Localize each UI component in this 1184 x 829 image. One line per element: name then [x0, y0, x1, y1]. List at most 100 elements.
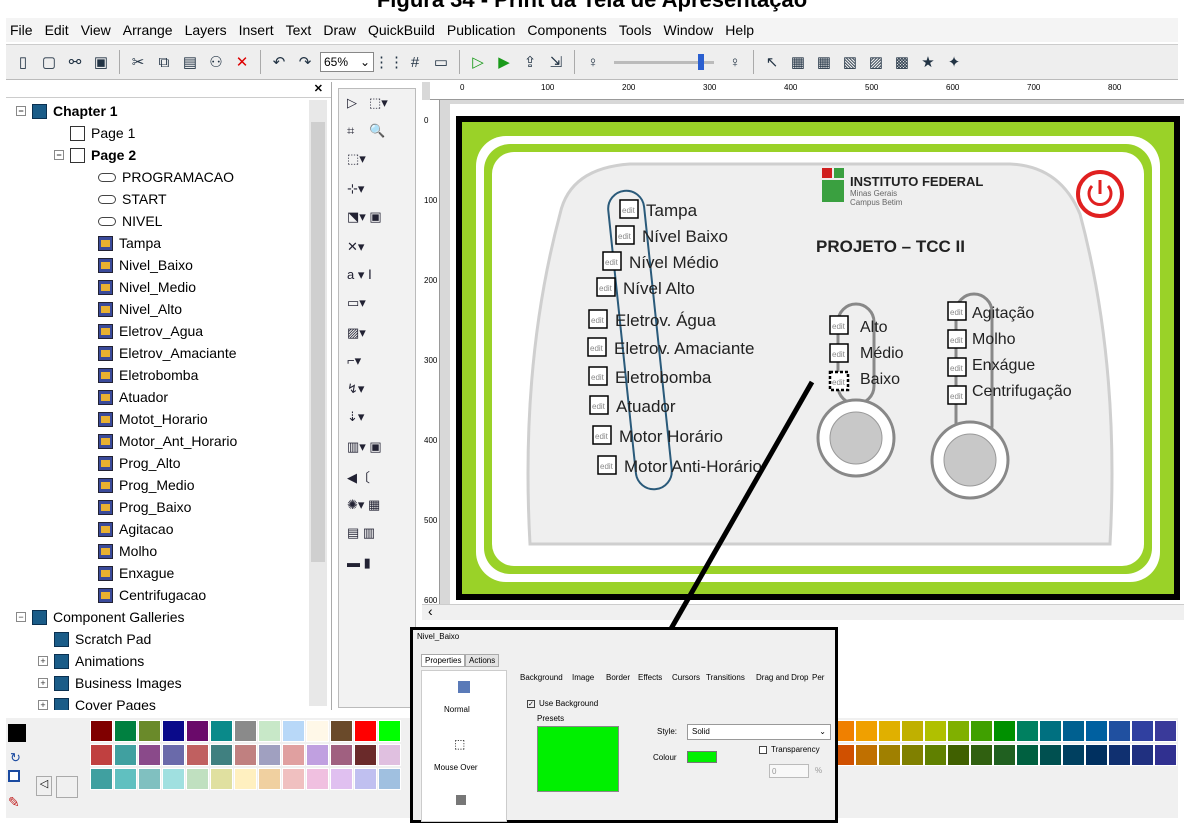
tab-drag-and-drop[interactable]: Drag and Drop — [753, 672, 811, 683]
border-icon[interactable]: ▩ — [891, 51, 913, 73]
tree-item[interactable]: Tampa — [98, 232, 161, 254]
fill-icon[interactable]: ▦ — [813, 51, 835, 73]
tree-item[interactable]: START — [98, 188, 167, 210]
color-swatch[interactable] — [924, 720, 947, 742]
color-swatch[interactable] — [234, 768, 257, 790]
effects-icon[interactable]: ✦ — [943, 51, 965, 73]
color-swatch[interactable] — [258, 744, 281, 766]
color-swatch[interactable] — [114, 744, 137, 766]
color-swatch[interactable] — [924, 744, 947, 766]
paste-icon[interactable]: ▤ — [179, 51, 201, 73]
tree-page-2[interactable]: − Page 2 — [54, 144, 136, 166]
color-swatch[interactable] — [138, 768, 161, 790]
tree-component-galleries[interactable]: − Component Galleries — [16, 606, 185, 628]
tree-item[interactable]: Motor_Ant_Horario — [98, 430, 237, 452]
crop-tool-icon[interactable]: ⌗ — [347, 123, 354, 139]
frame-tool-icon[interactable]: ⬚▾ — [347, 151, 366, 167]
tree-chapter-1[interactable]: − Chapter 1 — [16, 100, 118, 122]
color-swatch[interactable] — [330, 768, 353, 790]
color-swatch[interactable] — [234, 720, 257, 742]
transform-tool-icon[interactable]: ⊹▾ — [347, 181, 364, 197]
color-swatch[interactable] — [162, 720, 185, 742]
tab-actions[interactable]: Actions — [465, 654, 500, 667]
color-swatch[interactable] — [258, 768, 281, 790]
share-icon[interactable]: ⚯ — [64, 51, 86, 73]
color-swatch[interactable] — [378, 720, 401, 742]
guides-icon[interactable]: # — [404, 51, 426, 73]
formula-tool-icon[interactable]: ✕▾ — [347, 239, 364, 255]
swap-colors-icon[interactable]: ↻ — [10, 750, 21, 766]
tree-item[interactable]: Eletrobomba — [98, 364, 198, 386]
color-swatch[interactable] — [186, 720, 209, 742]
canvas-hscrollbar[interactable]: ‹ — [422, 603, 1184, 620]
color-swatch[interactable] — [947, 720, 970, 742]
tree-item[interactable]: Prog_Baixo — [98, 496, 191, 518]
scroll-thumb[interactable] — [311, 122, 325, 562]
tree-animations[interactable]: + Animations — [38, 650, 144, 672]
preview-icon[interactable]: ▷ — [467, 51, 489, 73]
expand-toggle-icon[interactable]: − — [54, 150, 64, 160]
tree-item[interactable]: Molho — [98, 540, 157, 562]
color-swatch[interactable] — [947, 744, 970, 766]
publish-icon[interactable]: ⇪ — [519, 51, 541, 73]
line-tool-icon[interactable]: ⌐▾ — [347, 353, 361, 369]
tab-border[interactable]: Border — [603, 672, 633, 683]
redo-icon[interactable]: ↷ — [294, 51, 316, 73]
right-knob[interactable] — [943, 433, 997, 487]
save-icon[interactable]: ▣ — [90, 51, 112, 73]
color-swatch[interactable] — [1131, 720, 1154, 742]
tree-item[interactable]: Nivel_Alto — [98, 298, 182, 320]
find-icon[interactable]: ⚇ — [205, 51, 227, 73]
tab-properties[interactable]: Properties — [421, 654, 466, 667]
expand-toggle-icon[interactable]: + — [38, 678, 48, 688]
color-swatch[interactable] — [1154, 744, 1177, 766]
image-tool-icon[interactable]: ▨▾ — [347, 325, 366, 341]
expand-toggle-icon[interactable]: + — [38, 656, 48, 666]
expand-toggle-icon[interactable]: − — [16, 612, 26, 622]
color-swatch[interactable] — [378, 744, 401, 766]
style-select[interactable]: Solid ⌄ — [687, 724, 831, 740]
goblet-icon[interactable]: ♀ — [724, 51, 746, 73]
play-icon[interactable]: ▶ — [493, 51, 515, 73]
close-icon[interactable]: ✕ — [314, 82, 323, 95]
color-swatch[interactable] — [993, 720, 1016, 742]
color-swatch[interactable] — [855, 744, 878, 766]
tree-item[interactable]: Centrifugacao — [98, 584, 206, 606]
color-swatch[interactable] — [354, 720, 377, 742]
grid-icon[interactable]: ⋮⋮ — [374, 51, 404, 73]
normal-state-icon[interactable] — [458, 681, 470, 693]
color-swatch[interactable] — [114, 720, 137, 742]
zoom-tool-icon[interactable]: 🔍 — [369, 123, 385, 139]
tree-item[interactable]: PROGRAMACAO — [98, 166, 234, 188]
colour-picker[interactable] — [687, 751, 717, 763]
eyedropper-icon[interactable]: ✎ — [8, 794, 20, 811]
tree-item[interactable]: Atuador — [98, 386, 168, 408]
undo-icon[interactable]: ↶ — [268, 51, 290, 73]
color-swatch[interactable] — [210, 744, 233, 766]
tree-item[interactable]: Enxague — [98, 562, 174, 584]
select-tool-icon[interactable]: ▷ — [347, 95, 357, 111]
tab-effects[interactable]: Effects — [635, 672, 665, 683]
color-swatch[interactable] — [1108, 720, 1131, 742]
tab-transitions[interactable]: Transitions — [703, 672, 748, 683]
color-swatch[interactable] — [282, 768, 305, 790]
color-swatch[interactable] — [354, 768, 377, 790]
menu-item-window[interactable]: Window — [664, 22, 714, 38]
open-icon[interactable]: ▢ — [38, 51, 60, 73]
color-swatch[interactable] — [210, 720, 233, 742]
color-swatch[interactable] — [282, 720, 305, 742]
flip-tool-icon[interactable]: ↯▾ — [347, 381, 364, 397]
color-swatch[interactable] — [90, 768, 113, 790]
color-swatch[interactable] — [114, 768, 137, 790]
color-swatch[interactable] — [1039, 720, 1062, 742]
color-swatch[interactable] — [162, 768, 185, 790]
menu-item-edit[interactable]: Edit — [45, 22, 69, 38]
tree-item[interactable]: NIVEL — [98, 210, 162, 232]
color-swatch[interactable] — [186, 744, 209, 766]
color-swatch[interactable] — [186, 768, 209, 790]
fill-color-swatch[interactable] — [8, 724, 26, 742]
color-swatch[interactable] — [1085, 720, 1108, 742]
color-swatch[interactable] — [1154, 720, 1177, 742]
tab-background[interactable]: Background — [517, 672, 566, 683]
color-swatch[interactable] — [354, 744, 377, 766]
